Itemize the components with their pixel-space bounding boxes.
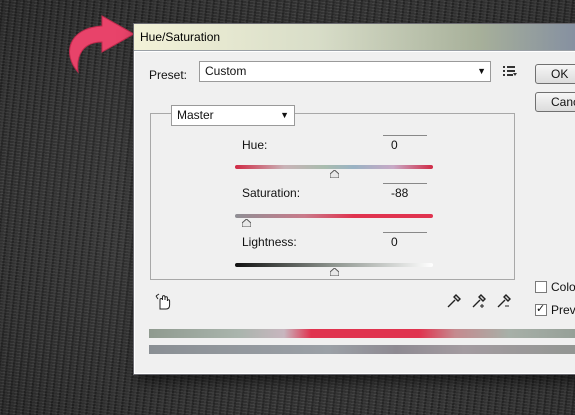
- eyedropper-plus-icon[interactable]: [471, 293, 487, 309]
- eyedropper-icon[interactable]: [446, 293, 462, 309]
- hue-saturation-dialog: Hue/Saturation Preset: Custom ▼ OK Cance…: [133, 23, 575, 375]
- hue-slider-thumb[interactable]: [329, 170, 339, 178]
- curved-arrow-icon: [69, 15, 136, 74]
- lightness-label: Lightness:: [242, 235, 297, 249]
- channel-value: Master: [177, 108, 214, 122]
- saturation-label: Saturation:: [242, 186, 301, 200]
- hue-label: Hue:: [242, 138, 268, 152]
- preset-label: Preset:: [149, 68, 188, 82]
- saturation-slider-track[interactable]: [235, 214, 433, 218]
- input-color-bar: [149, 329, 575, 338]
- hue-slider-track[interactable]: [235, 165, 433, 169]
- saturation-slider-thumb[interactable]: [242, 219, 252, 227]
- adjustment-group: [150, 113, 515, 280]
- eyedropper-minus-icon[interactable]: [496, 293, 512, 309]
- saturation-value-field[interactable]: -88: [383, 183, 427, 202]
- dialog-body: Preset: Custom ▼ OK Cancel Master ▼ Hue:…: [134, 51, 575, 374]
- colorize-label: Colorize: [551, 280, 575, 294]
- preset-value: Custom: [205, 64, 247, 78]
- preview-label: Preview: [551, 303, 575, 317]
- preset-select[interactable]: Custom ▼: [199, 61, 491, 82]
- chevron-down-icon: ▼: [477, 66, 486, 76]
- channel-select[interactable]: Master ▼: [171, 105, 295, 126]
- lightness-value-field[interactable]: 0: [383, 232, 427, 251]
- hue-value-field[interactable]: 0: [383, 135, 427, 154]
- preset-options-icon[interactable]: [503, 65, 517, 77]
- cancel-button[interactable]: Cancel: [535, 92, 575, 112]
- lightness-slider-track[interactable]: [235, 263, 433, 267]
- lightness-slider-thumb[interactable]: [329, 268, 339, 276]
- output-color-bar: [149, 345, 575, 354]
- preview-checkbox[interactable]: [535, 302, 547, 316]
- chevron-down-icon: ▼: [280, 110, 289, 120]
- colorize-checkbox[interactable]: [535, 281, 547, 293]
- hand-adjust-icon[interactable]: [155, 293, 173, 311]
- dialog-title[interactable]: Hue/Saturation: [134, 24, 575, 51]
- ok-button[interactable]: OK: [535, 64, 575, 84]
